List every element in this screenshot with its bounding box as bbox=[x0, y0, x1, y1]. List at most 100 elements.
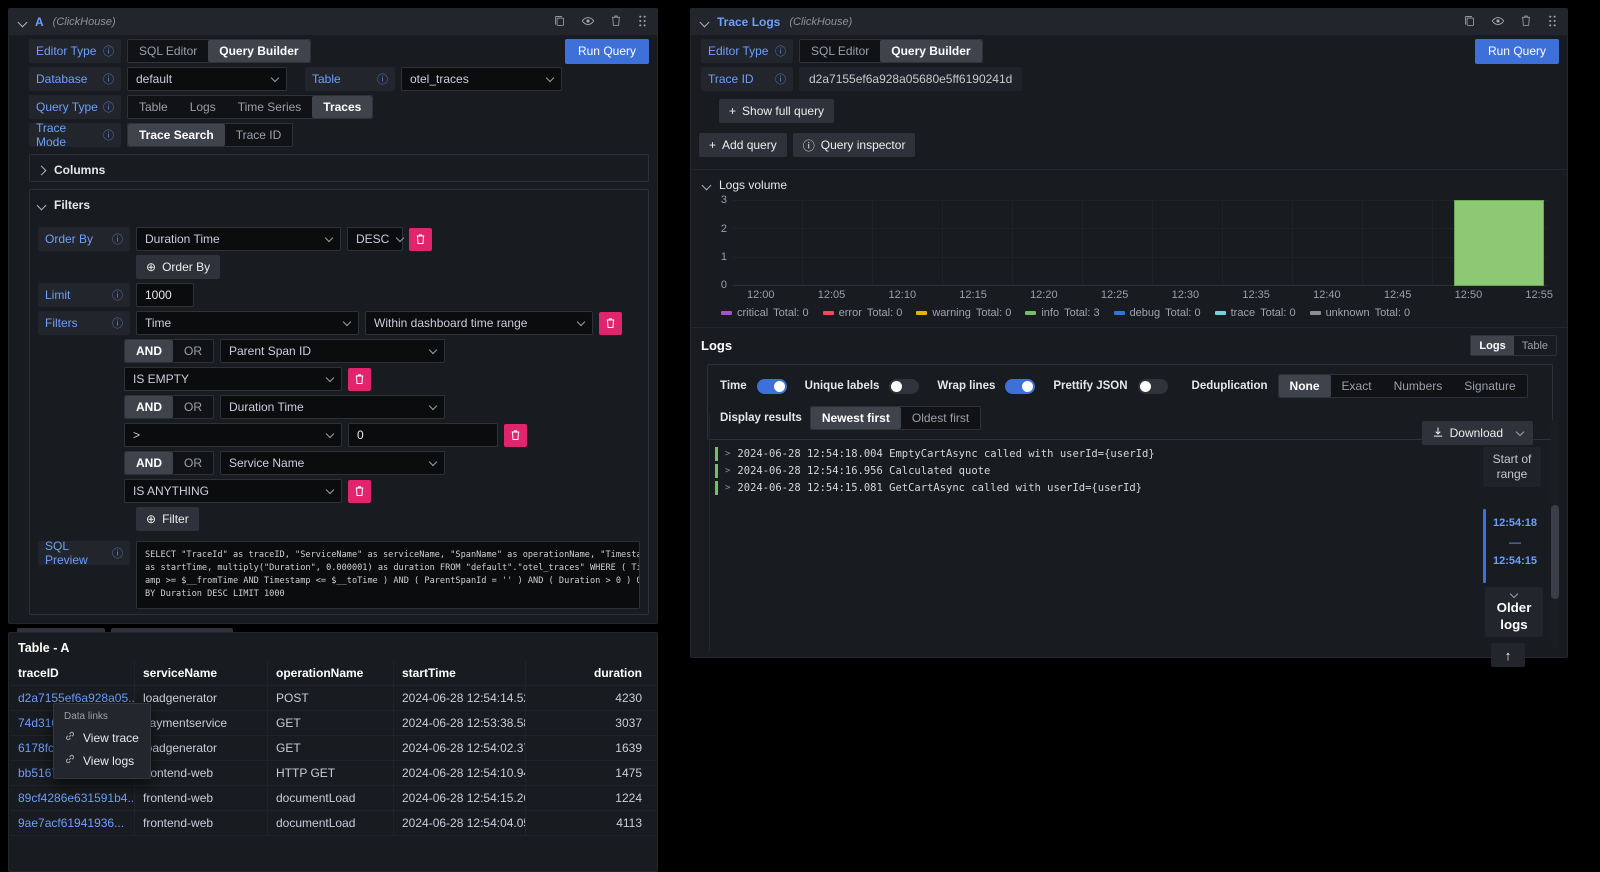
logs-scrollbar-track[interactable] bbox=[1551, 419, 1559, 649]
trace-id-value[interactable]: d2a7155ef6a928a05680e5ff6190241d bbox=[799, 67, 1022, 91]
query-type-traces[interactable]: Traces bbox=[312, 96, 372, 118]
duplicate-query-icon[interactable] bbox=[553, 14, 566, 30]
log-line[interactable]: >2024-06-28 12:54:15.081 GetCartAsync ca… bbox=[715, 479, 1469, 496]
wrap-lines-toggle[interactable] bbox=[1005, 379, 1035, 394]
column-header[interactable]: traceID bbox=[10, 661, 135, 686]
bool-operator-switch[interactable]: ANDOR bbox=[124, 395, 214, 419]
logs-view-switch[interactable]: Logs Table bbox=[1470, 335, 1557, 356]
filter-time-field-select[interactable]: Time bbox=[136, 311, 359, 335]
remove-filter-button[interactable] bbox=[599, 312, 622, 335]
time-toggle[interactable] bbox=[757, 379, 787, 394]
or-option[interactable]: OR bbox=[173, 340, 213, 362]
trace-search-option[interactable]: Trace Search bbox=[128, 124, 225, 146]
bool-operator-switch[interactable]: ANDOR bbox=[124, 339, 214, 363]
delete-query-trash-icon[interactable] bbox=[610, 14, 622, 30]
expand-chevron-icon[interactable]: > bbox=[725, 483, 730, 493]
column-header[interactable]: serviceName bbox=[135, 661, 268, 686]
view-logs-menu-item[interactable]: View logs bbox=[54, 749, 150, 772]
hide-query-eye-icon[interactable] bbox=[581, 14, 595, 31]
sql-editor-option[interactable]: SQL Editor bbox=[800, 40, 880, 62]
info-logs-bar[interactable] bbox=[1454, 200, 1544, 286]
add-query-button[interactable]: +Add query bbox=[699, 133, 787, 157]
show-full-query-button[interactable]: +Show full query bbox=[719, 99, 834, 123]
log-line[interactable]: >2024-06-28 12:54:16.956 Calculated quot… bbox=[715, 462, 1469, 479]
drag-handle-icon[interactable] bbox=[637, 14, 647, 31]
duplicate-query-icon[interactable] bbox=[1463, 14, 1476, 30]
logs-view-option[interactable]: Logs bbox=[1471, 336, 1513, 355]
scroll-to-top-button[interactable]: ↑ bbox=[1491, 643, 1525, 667]
filter-operator-select[interactable]: IS EMPTY bbox=[124, 367, 342, 391]
order-by-field-select[interactable]: Duration Time bbox=[136, 227, 341, 251]
column-header[interactable]: operationName bbox=[268, 661, 394, 686]
query-type-table[interactable]: Table bbox=[128, 96, 179, 118]
query-type-logs[interactable]: Logs bbox=[179, 96, 227, 118]
filter-field-select[interactable]: Service Name bbox=[220, 451, 445, 475]
columns-section[interactable]: Columns bbox=[29, 154, 649, 182]
collapse-chevron-icon[interactable] bbox=[700, 17, 710, 27]
download-button[interactable]: Download bbox=[1422, 421, 1533, 445]
legend-item[interactable]: traceTotal: 0 bbox=[1215, 307, 1296, 319]
collapse-chevron-icon[interactable] bbox=[18, 17, 28, 27]
query-builder-option[interactable]: Query Builder bbox=[880, 40, 981, 62]
query-type-timeseries[interactable]: Time Series bbox=[227, 96, 313, 118]
run-query-button[interactable]: Run Query bbox=[1475, 39, 1559, 64]
dedup-signature[interactable]: Signature bbox=[1453, 375, 1526, 397]
remove-filter-button[interactable] bbox=[348, 368, 371, 391]
database-select[interactable]: default bbox=[127, 67, 287, 91]
or-option[interactable]: OR bbox=[173, 452, 213, 474]
and-option[interactable]: AND bbox=[125, 340, 173, 362]
remove-order-by-button[interactable] bbox=[409, 228, 432, 251]
hide-query-eye-icon[interactable] bbox=[1491, 14, 1505, 31]
run-query-button[interactable]: Run Query bbox=[565, 39, 649, 64]
log-range-markers[interactable]: 12:54:18 — 12:54:15 bbox=[1483, 509, 1537, 583]
table-view-option[interactable]: Table bbox=[1514, 336, 1556, 355]
expand-chevron-icon[interactable]: > bbox=[725, 449, 730, 459]
editor-type-switch[interactable]: SQL Editor Query Builder bbox=[799, 39, 983, 63]
add-order-by-button[interactable]: ⊕Order By bbox=[136, 255, 220, 279]
unique-labels-toggle[interactable] bbox=[889, 379, 919, 394]
column-header[interactable]: startTime bbox=[394, 661, 526, 686]
add-filter-button[interactable]: ⊕Filter bbox=[136, 507, 199, 531]
trace-mode-switch[interactable]: Trace Search Trace ID bbox=[127, 123, 293, 147]
legend-item[interactable]: warningTotal: 0 bbox=[916, 307, 1011, 319]
legend-item[interactable]: errorTotal: 0 bbox=[823, 307, 903, 319]
query-type-switch[interactable]: Table Logs Time Series Traces bbox=[127, 95, 373, 119]
logs-volume-section-header[interactable]: Logs volume bbox=[703, 178, 1567, 192]
trace-id-option[interactable]: Trace ID bbox=[225, 124, 293, 146]
legend-item[interactable]: debugTotal: 0 bbox=[1114, 307, 1201, 319]
and-option[interactable]: AND bbox=[125, 396, 173, 418]
logs-scrollbar-thumb[interactable] bbox=[1551, 505, 1559, 599]
filter-time-value-select[interactable]: Within dashboard time range bbox=[365, 311, 593, 335]
bool-operator-switch[interactable]: ANDOR bbox=[124, 451, 214, 475]
expand-chevron-icon[interactable]: > bbox=[725, 466, 730, 476]
dedup-exact[interactable]: Exact bbox=[1331, 375, 1383, 397]
filter-value-input[interactable] bbox=[348, 423, 498, 447]
table-select[interactable]: otel_traces bbox=[401, 67, 562, 91]
filter-operator-select[interactable]: > bbox=[124, 423, 342, 447]
query-inspector-button[interactable]: ⓘQuery inspector bbox=[793, 133, 916, 157]
legend-item[interactable]: infoTotal: 3 bbox=[1025, 307, 1099, 319]
dedup-numbers[interactable]: Numbers bbox=[1383, 375, 1454, 397]
order-by-direction-select[interactable]: DESC bbox=[347, 227, 403, 251]
filter-field-select[interactable]: Duration Time bbox=[220, 395, 445, 419]
query-builder-option[interactable]: Query Builder bbox=[208, 40, 309, 62]
filter-operator-select[interactable]: IS ANYTHING bbox=[124, 479, 342, 503]
view-trace-menu-item[interactable]: View trace bbox=[54, 726, 150, 749]
editor-type-switch[interactable]: SQL Editor Query Builder bbox=[127, 39, 311, 63]
delete-query-trash-icon[interactable] bbox=[1520, 14, 1532, 30]
trace-id-link[interactable]: 89cf4286e631591b4... bbox=[10, 786, 135, 811]
older-logs-button[interactable]: Older logs bbox=[1485, 587, 1543, 637]
drag-handle-icon[interactable] bbox=[1547, 14, 1557, 31]
remove-filter-button[interactable] bbox=[348, 480, 371, 503]
prettify-json-toggle[interactable] bbox=[1138, 379, 1168, 394]
remove-filter-button[interactable] bbox=[504, 424, 527, 447]
column-header[interactable]: duration bbox=[526, 661, 656, 686]
legend-item[interactable]: criticalTotal: 0 bbox=[721, 307, 809, 319]
filter-field-select[interactable]: Parent Span ID bbox=[220, 339, 445, 363]
deduplication-switch[interactable]: None Exact Numbers Signature bbox=[1278, 374, 1528, 398]
filters-section-header[interactable]: Filters bbox=[38, 195, 640, 215]
and-option[interactable]: AND bbox=[125, 452, 173, 474]
trace-id-link[interactable]: 9ae7acf61941936... bbox=[10, 811, 135, 836]
legend-item[interactable]: unknownTotal: 0 bbox=[1310, 307, 1411, 319]
or-option[interactable]: OR bbox=[173, 396, 213, 418]
